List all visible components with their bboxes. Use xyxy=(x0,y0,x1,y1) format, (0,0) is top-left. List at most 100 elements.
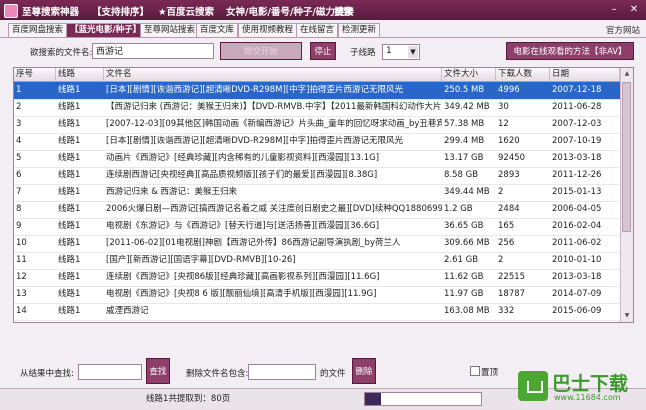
table-row[interactable]: 12 线路1 连续剧《西游记》[央视86版][经典珍藏][高画影视系列][西漫园][… xyxy=(14,269,620,287)
cell-index: 4 xyxy=(16,136,22,146)
cell-date: 2013-03-18 xyxy=(552,272,602,282)
route-select[interactable]: 1 ▼ xyxy=(382,44,420,60)
top-checkbox[interactable] xyxy=(470,366,480,376)
table-row[interactable]: 1 线路1 [日本][剧情][诙谐西游记][超清晰DVD-R298M][中字]拍得歪… xyxy=(14,82,620,100)
find-input[interactable] xyxy=(78,364,142,380)
cell-route: 线路1 xyxy=(58,238,81,248)
cell-downloads: 2 xyxy=(498,255,504,265)
cell-index: 13 xyxy=(16,289,27,299)
official-site-link[interactable]: 官方网站 xyxy=(606,24,640,36)
find-label: 从结果中查找: xyxy=(20,369,74,379)
cell-filename: [2011-06-02][01电视剧]神剧【西游记外传】86西游记副导演执剧_b… xyxy=(106,238,401,248)
cell-filesize: 309.66 MB xyxy=(444,238,490,248)
tab-video-tutorial[interactable]: 使用视频教程 xyxy=(238,23,298,37)
cell-filesize: 299.4 MB xyxy=(444,136,485,146)
cell-index: 1 xyxy=(16,85,22,95)
cell-downloads: 12 xyxy=(498,119,509,129)
col-index[interactable]: 序号 xyxy=(14,68,56,81)
scroll-up-icon[interactable]: ▲ xyxy=(621,68,633,80)
title-menu-baidu[interactable]: ★百度云搜索 xyxy=(158,4,214,18)
tab-check-update[interactable]: 检测更新 xyxy=(338,23,381,37)
cell-downloads: 2 xyxy=(498,187,504,197)
cell-filename: 连续剧《西游记》[央视86版][经典珍藏][高画影视系列][西漫园][11.6G… xyxy=(106,272,380,282)
cell-downloads: 165 xyxy=(498,221,515,231)
cell-route: 线路1 xyxy=(58,204,81,214)
table-row[interactable]: 2 线路1 【西游记归来 (西游记：美猴王归来)】【DVD-RMVB.中字】【201… xyxy=(14,99,620,117)
cell-route: 线路1 xyxy=(58,255,81,265)
table-row[interactable]: 4 线路1 [日本][剧情][诙谐西游记][超清晰DVD-R298M][中字]拍得歪… xyxy=(14,133,620,151)
cell-downloads: 92450 xyxy=(498,153,526,163)
table-row[interactable]: 6 线路1 连续剧西游记[央视经典][高品质视频版][孩子们的最爱][西漫园][8.… xyxy=(14,167,620,185)
title-bar: 至尊搜索神器 【支持排序】 ★百度云搜索 女神/电影/番号/种子/磁力链接 搜索… xyxy=(0,0,646,20)
cell-date: 2011-06-02 xyxy=(552,238,602,248)
cell-filesize: 57.38 MB xyxy=(444,119,485,129)
title-menu-search[interactable]: 搜索 xyxy=(334,4,353,18)
table-row[interactable]: 10 线路1 [2011-06-02][01电视剧]神剧【西游记外传】86西游记副导… xyxy=(14,235,620,253)
delete-button[interactable]: 删除 xyxy=(352,358,376,384)
cell-filesize: 250.5 MB xyxy=(444,85,485,95)
col-filesize[interactable]: 文件大小 xyxy=(442,68,496,81)
col-filename[interactable]: 文件名 xyxy=(104,68,442,81)
col-date[interactable]: 日期 xyxy=(550,68,620,81)
cell-downloads: 256 xyxy=(498,238,515,248)
cell-filename: [日本][剧情][诙谐西游记][超清晰DVD-R298M][中字]拍得歪片西游记… xyxy=(106,136,403,146)
status-summary: 线路1共提取到：80页 xyxy=(146,394,231,404)
delete-label: 删除文件名包含: xyxy=(186,369,249,379)
scroll-thumb[interactable] xyxy=(622,82,631,232)
cell-downloads: 4996 xyxy=(498,85,520,95)
cell-date: 2007-12-18 xyxy=(552,85,602,95)
start-button[interactable]: 提交开始 xyxy=(220,42,302,60)
title-menu-sort[interactable]: 【支持排序】 xyxy=(92,4,149,18)
tab-message[interactable]: 在线留言 xyxy=(296,23,339,37)
table-row[interactable]: 11 线路1 [国产][新西游记][国语字幕][DVD-RMVB][10-26] 2.… xyxy=(14,252,620,270)
progress-bar xyxy=(364,392,482,406)
cell-index: 11 xyxy=(16,255,27,265)
cell-filename: [日本][剧情][诙谐西游记][超清晰DVD-R298M][中字]拍得歪片西游记… xyxy=(106,85,403,95)
app-window: 至尊搜索神器 【支持排序】 ★百度云搜索 女神/电影/番号/种子/磁力链接 搜索… xyxy=(0,0,646,410)
cell-route: 线路1 xyxy=(58,306,81,316)
watch-online-button[interactable]: 电影在线观看的方法【非AV】 xyxy=(506,42,634,60)
cell-index: 6 xyxy=(16,170,22,180)
cell-date: 2006-04-05 xyxy=(552,204,602,214)
cell-index: 8 xyxy=(16,204,22,214)
table-row[interactable]: 5 线路1 动画片《西游记》[经典珍藏][内含稀有的儿童影视资料][西漫园][13.… xyxy=(14,150,620,168)
cell-filename: 电视剧《西游记》[央视8 6 版][靓丽仙境][高清手机版][西漫园][11.9… xyxy=(106,289,377,299)
cell-filename: 西游记归来 & 西游记：美猴王归来 xyxy=(106,187,238,197)
progress-fill xyxy=(365,393,381,405)
cell-route: 线路1 xyxy=(58,153,81,163)
tab-baidu-pan[interactable]: 百度网盘搜索 xyxy=(8,23,68,37)
stop-button[interactable]: 停止 xyxy=(310,42,336,60)
tab-baidu-wenku[interactable]: 百度文库 xyxy=(196,23,239,37)
col-downloads[interactable]: 下载人数 xyxy=(496,68,550,81)
minimize-icon[interactable]: – xyxy=(606,3,622,17)
cell-date: 2015-01-13 xyxy=(552,187,602,197)
cell-index: 10 xyxy=(16,238,27,248)
delete-input[interactable] xyxy=(248,364,316,380)
watermark-url: www.11684.com xyxy=(554,393,621,402)
tab-site-search[interactable]: 至尊网站搜索 xyxy=(140,23,200,37)
search-label: 欲搜索的文件名: xyxy=(30,48,93,58)
table-row[interactable]: 13 线路1 电视剧《西游记》[央视8 6 版][靓丽仙境][高清手机版][西漫园]… xyxy=(14,286,620,304)
col-route[interactable]: 线路 xyxy=(56,68,104,81)
results-table: 序号 线路 文件名 文件大小 下载人数 日期 1 线路1 [日本][剧情][诙谐西游… xyxy=(13,67,634,323)
scroll-down-icon[interactable]: ▼ xyxy=(621,310,633,322)
table-row[interactable]: 9 线路1 电视剧《东游记》与《西游记》[替天行道]与[送活扬善][西漫园][36.… xyxy=(14,218,620,236)
cell-filesize: 8.58 GB xyxy=(444,170,479,180)
vertical-scrollbar[interactable]: ▲ ▼ xyxy=(620,68,633,322)
cell-date: 2011-12-26 xyxy=(552,170,602,180)
cell-filesize: 2.61 GB xyxy=(444,255,479,265)
find-button[interactable]: 查找 xyxy=(146,358,170,384)
table-row[interactable]: 3 线路1 [2007-12-03][09其他区]韩国动画《新编西游记》片头曲_童年… xyxy=(14,116,620,134)
cell-date: 2007-10-19 xyxy=(552,136,602,146)
cell-date: 2014-07-09 xyxy=(552,289,602,299)
chevron-down-icon[interactable]: ▼ xyxy=(408,46,418,58)
close-icon[interactable]: ✕ xyxy=(626,3,642,17)
search-input[interactable]: 西游记 xyxy=(92,43,214,59)
cell-downloads: 2484 xyxy=(498,204,520,214)
table-row[interactable]: 7 线路1 西游记归来 & 西游记：美猴王归来 349.44 MB 2 2015-01-1… xyxy=(14,184,620,202)
tab-bluray-torrent[interactable]: 【蓝光电影/种子】 xyxy=(66,23,146,37)
cell-index: 2 xyxy=(16,102,22,112)
table-row[interactable]: 14 线路1 戚湮西游记 163.08 MB 332 2015-06-09 xyxy=(14,303,620,321)
table-row[interactable]: 8 线路1 2006火爆日剧—西游记[搞西游记名着之威 关注度创日剧史之最][DVD… xyxy=(14,201,620,219)
tab-bar: 百度网盘搜索 【蓝光电影/种子】 至尊网站搜索 百度文库 使用视频教程 在线留言… xyxy=(0,21,646,38)
